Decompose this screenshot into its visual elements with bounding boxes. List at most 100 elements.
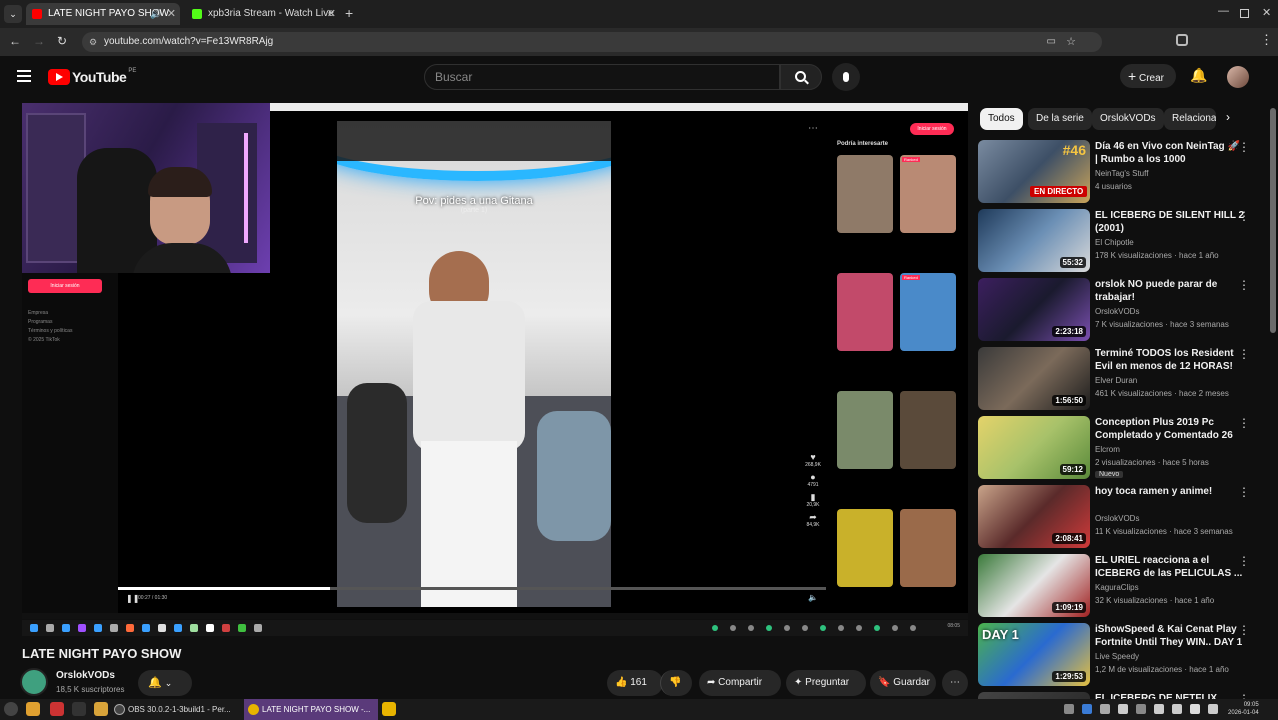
tray-icon[interactable]: [1136, 704, 1146, 714]
sidebar-video-item[interactable]: 2:08:41 hoy toca ramen y anime! OrslokVO…: [978, 485, 1268, 549]
tray-icon[interactable]: [1208, 704, 1218, 714]
related-video-thumbnail[interactable]: [900, 391, 956, 469]
sidebar-video-title[interactable]: Día 46 en Vivo con NeinTag 🚀 | Rumbo a l…: [1095, 140, 1245, 166]
taskbar-obs[interactable]: OBS 30.0.2-1-3build1 - Per...: [112, 700, 240, 719]
video-thumbnail[interactable]: 59:12: [978, 416, 1090, 479]
new-tab-icon[interactable]: +: [345, 5, 353, 21]
app-icon[interactable]: [50, 702, 64, 716]
more-options-icon[interactable]: ⋮: [1238, 347, 1250, 361]
search-input[interactable]: Buscar: [424, 64, 780, 90]
sidebar-link[interactable]: Términos y políticas: [28, 327, 72, 336]
sidebar-video-title[interactable]: iShowSpeed & Kai Cenat Play Fortnite Unt…: [1095, 623, 1245, 649]
more-options-icon[interactable]: ⋮: [1238, 416, 1250, 430]
related-video-thumbnail[interactable]: [837, 273, 893, 351]
sidebar-video-item[interactable]: 1:29:53 DAY 1 iShowSpeed & Kai Cenat Play…: [978, 623, 1268, 687]
voice-search-button[interactable]: [832, 63, 860, 91]
sidebar-channel-name[interactable]: OrslokVODs: [1095, 307, 1139, 316]
back-icon[interactable]: ←: [9, 34, 21, 48]
video-thumbnail[interactable]: 1:29:53 DAY 1: [978, 623, 1090, 686]
sidebar-channel-name[interactable]: Live Speedy: [1095, 652, 1139, 661]
minimize-icon[interactable]: —: [1218, 5, 1229, 17]
tab-late-night[interactable]: LATE NIGHT PAYO SHOW 🔊 ✕: [26, 3, 180, 25]
ask-button[interactable]: ✦ Preguntar: [786, 670, 866, 696]
sidebar-channel-name[interactable]: KaguraClips: [1095, 583, 1139, 592]
video-thumbnail[interactable]: 1:56:50: [978, 347, 1090, 410]
tray-icon[interactable]: [1082, 704, 1092, 714]
sidebar-video-item[interactable]: 55:32 EL ICEBERG DE SILENT HILL 2 (2001)…: [978, 209, 1268, 273]
progress-track[interactable]: [118, 587, 826, 590]
cast-icon[interactable]: ▭: [1047, 32, 1056, 52]
save-button[interactable]: 🔖 Guardar: [870, 670, 936, 696]
taskbar-active-window[interactable]: LATE NIGHT PAYO SHOW -...: [244, 699, 378, 720]
sidebar-video-title[interactable]: orslok NO puede parar de trabajar!: [1095, 278, 1245, 304]
sidebar-channel-name[interactable]: NeinTag's Stuff: [1095, 169, 1148, 178]
video-player[interactable]: Iniciar sesión Empresa Programas Término…: [22, 103, 968, 619]
sidebar-video-title[interactable]: EL ICEBERG DE SILENT HILL 2 (2001): [1095, 209, 1245, 235]
sidebar-link[interactable]: Empresa: [28, 309, 72, 318]
close-tab-icon[interactable]: ✕: [167, 3, 176, 25]
sidebar-video-item[interactable]: 2:23:18 orslok NO puede parar de trabaja…: [978, 278, 1268, 342]
video-thumbnail[interactable]: 55:32: [978, 209, 1090, 272]
terminal-icon[interactable]: [72, 702, 86, 716]
tray-icon[interactable]: [1100, 704, 1110, 714]
forward-icon[interactable]: →: [33, 34, 45, 48]
share-button[interactable]: ➦ Compartir: [699, 670, 781, 696]
related-video-thumbnail[interactable]: [900, 273, 956, 351]
more-options-icon[interactable]: ⋮: [1238, 140, 1250, 154]
channel-name[interactable]: OrslokVODs: [56, 670, 115, 681]
comment-icon[interactable]: ●: [800, 473, 826, 482]
more-options-icon[interactable]: ⋮: [1238, 485, 1250, 499]
related-video-thumbnail[interactable]: [837, 509, 893, 587]
volume-icon[interactable]: 🔈: [808, 593, 818, 602]
video-thumbnail[interactable]: 2:08:41: [978, 485, 1090, 548]
related-video-thumbnail[interactable]: [900, 155, 956, 233]
search-button[interactable]: [780, 64, 822, 90]
speaker-icon[interactable]: 🔊: [150, 3, 161, 25]
tiktok-login-pill[interactable]: Iniciar sesión: [910, 123, 954, 135]
tiktok-login-button[interactable]: Iniciar sesión: [28, 279, 102, 293]
sidebar-video-item[interactable]: 1:56:50 Terminé TODOS los Resident Evil …: [978, 347, 1268, 411]
more-options-icon[interactable]: ⋮: [1238, 623, 1250, 637]
tab-xpb3ria[interactable]: xpb3ria Stream - Watch Live ✕: [186, 3, 340, 25]
start-icon[interactable]: [4, 702, 18, 716]
avatar[interactable]: [1227, 66, 1249, 88]
bookmark-icon[interactable]: ▮: [800, 493, 826, 502]
sidebar-video-item[interactable]: 1:09:19 EL URIEL reacciona a el ICEBERG …: [978, 554, 1268, 618]
sidebar-channel-name[interactable]: Elver Duran: [1095, 376, 1137, 385]
sidebar-video-title[interactable]: hoy toca ramen y anime!: [1095, 485, 1245, 498]
scrollbar[interactable]: [1270, 108, 1276, 333]
chip-relacionados[interactable]: Relacionados: [1164, 108, 1216, 130]
more-options-icon[interactable]: ⋮: [1238, 209, 1250, 223]
share-arrow-icon[interactable]: ➦: [800, 513, 826, 522]
notifications-bell-icon[interactable]: 🔔: [1190, 67, 1207, 84]
hamburger-menu-icon[interactable]: [17, 70, 31, 82]
sidebar-video-item[interactable]: 59:12 Conception Plus 2019 Pc Completado…: [978, 416, 1268, 480]
tiktok-more-icon[interactable]: ⋯: [808, 123, 818, 134]
chevron-right-icon[interactable]: ›: [1226, 110, 1230, 124]
tray-icon[interactable]: [1064, 704, 1074, 714]
tray-icon[interactable]: [1172, 704, 1182, 714]
youtube-logo[interactable]: YouTube PE: [48, 68, 136, 86]
more-options-icon[interactable]: ⋮: [1238, 554, 1250, 568]
extensions-icon[interactable]: [1176, 34, 1188, 46]
app-icon[interactable]: [382, 702, 396, 716]
more-options-icon[interactable]: ⋮: [1238, 278, 1250, 292]
bookmark-star-icon[interactable]: ☆: [1066, 32, 1076, 52]
chip-todos[interactable]: Todos: [980, 108, 1023, 130]
chip-de-la-serie[interactable]: De la serie: [1028, 108, 1092, 130]
sidebar-video-title[interactable]: Conception Plus 2019 Pc Completado y Com…: [1095, 416, 1245, 442]
close-window-icon[interactable]: ✕: [1262, 6, 1271, 19]
menu-icon[interactable]: ⋮: [1260, 32, 1273, 48]
maximize-icon[interactable]: [1240, 9, 1249, 18]
tray-icon[interactable]: [1154, 704, 1164, 714]
url-input[interactable]: ⚙ youtube.com/watch?v=Fe13WR8RAjg ☆ ▭: [82, 32, 1102, 52]
tab-list-icon[interactable]: ⌄: [4, 5, 22, 23]
chip-orslokvods[interactable]: OrslokVODs: [1092, 108, 1164, 130]
channel-avatar[interactable]: [20, 668, 48, 696]
sidebar-channel-name[interactable]: Elcrom: [1095, 445, 1120, 454]
reload-icon[interactable]: ↻: [57, 34, 67, 48]
sidebar-video-item[interactable]: EN DIRECTO #46 Día 46 en Vivo con NeinTag…: [978, 140, 1268, 204]
video-thumbnail[interactable]: 1:09:19: [978, 554, 1090, 617]
related-video-thumbnail[interactable]: [837, 155, 893, 233]
video-thumbnail[interactable]: 2:23:18: [978, 278, 1090, 341]
